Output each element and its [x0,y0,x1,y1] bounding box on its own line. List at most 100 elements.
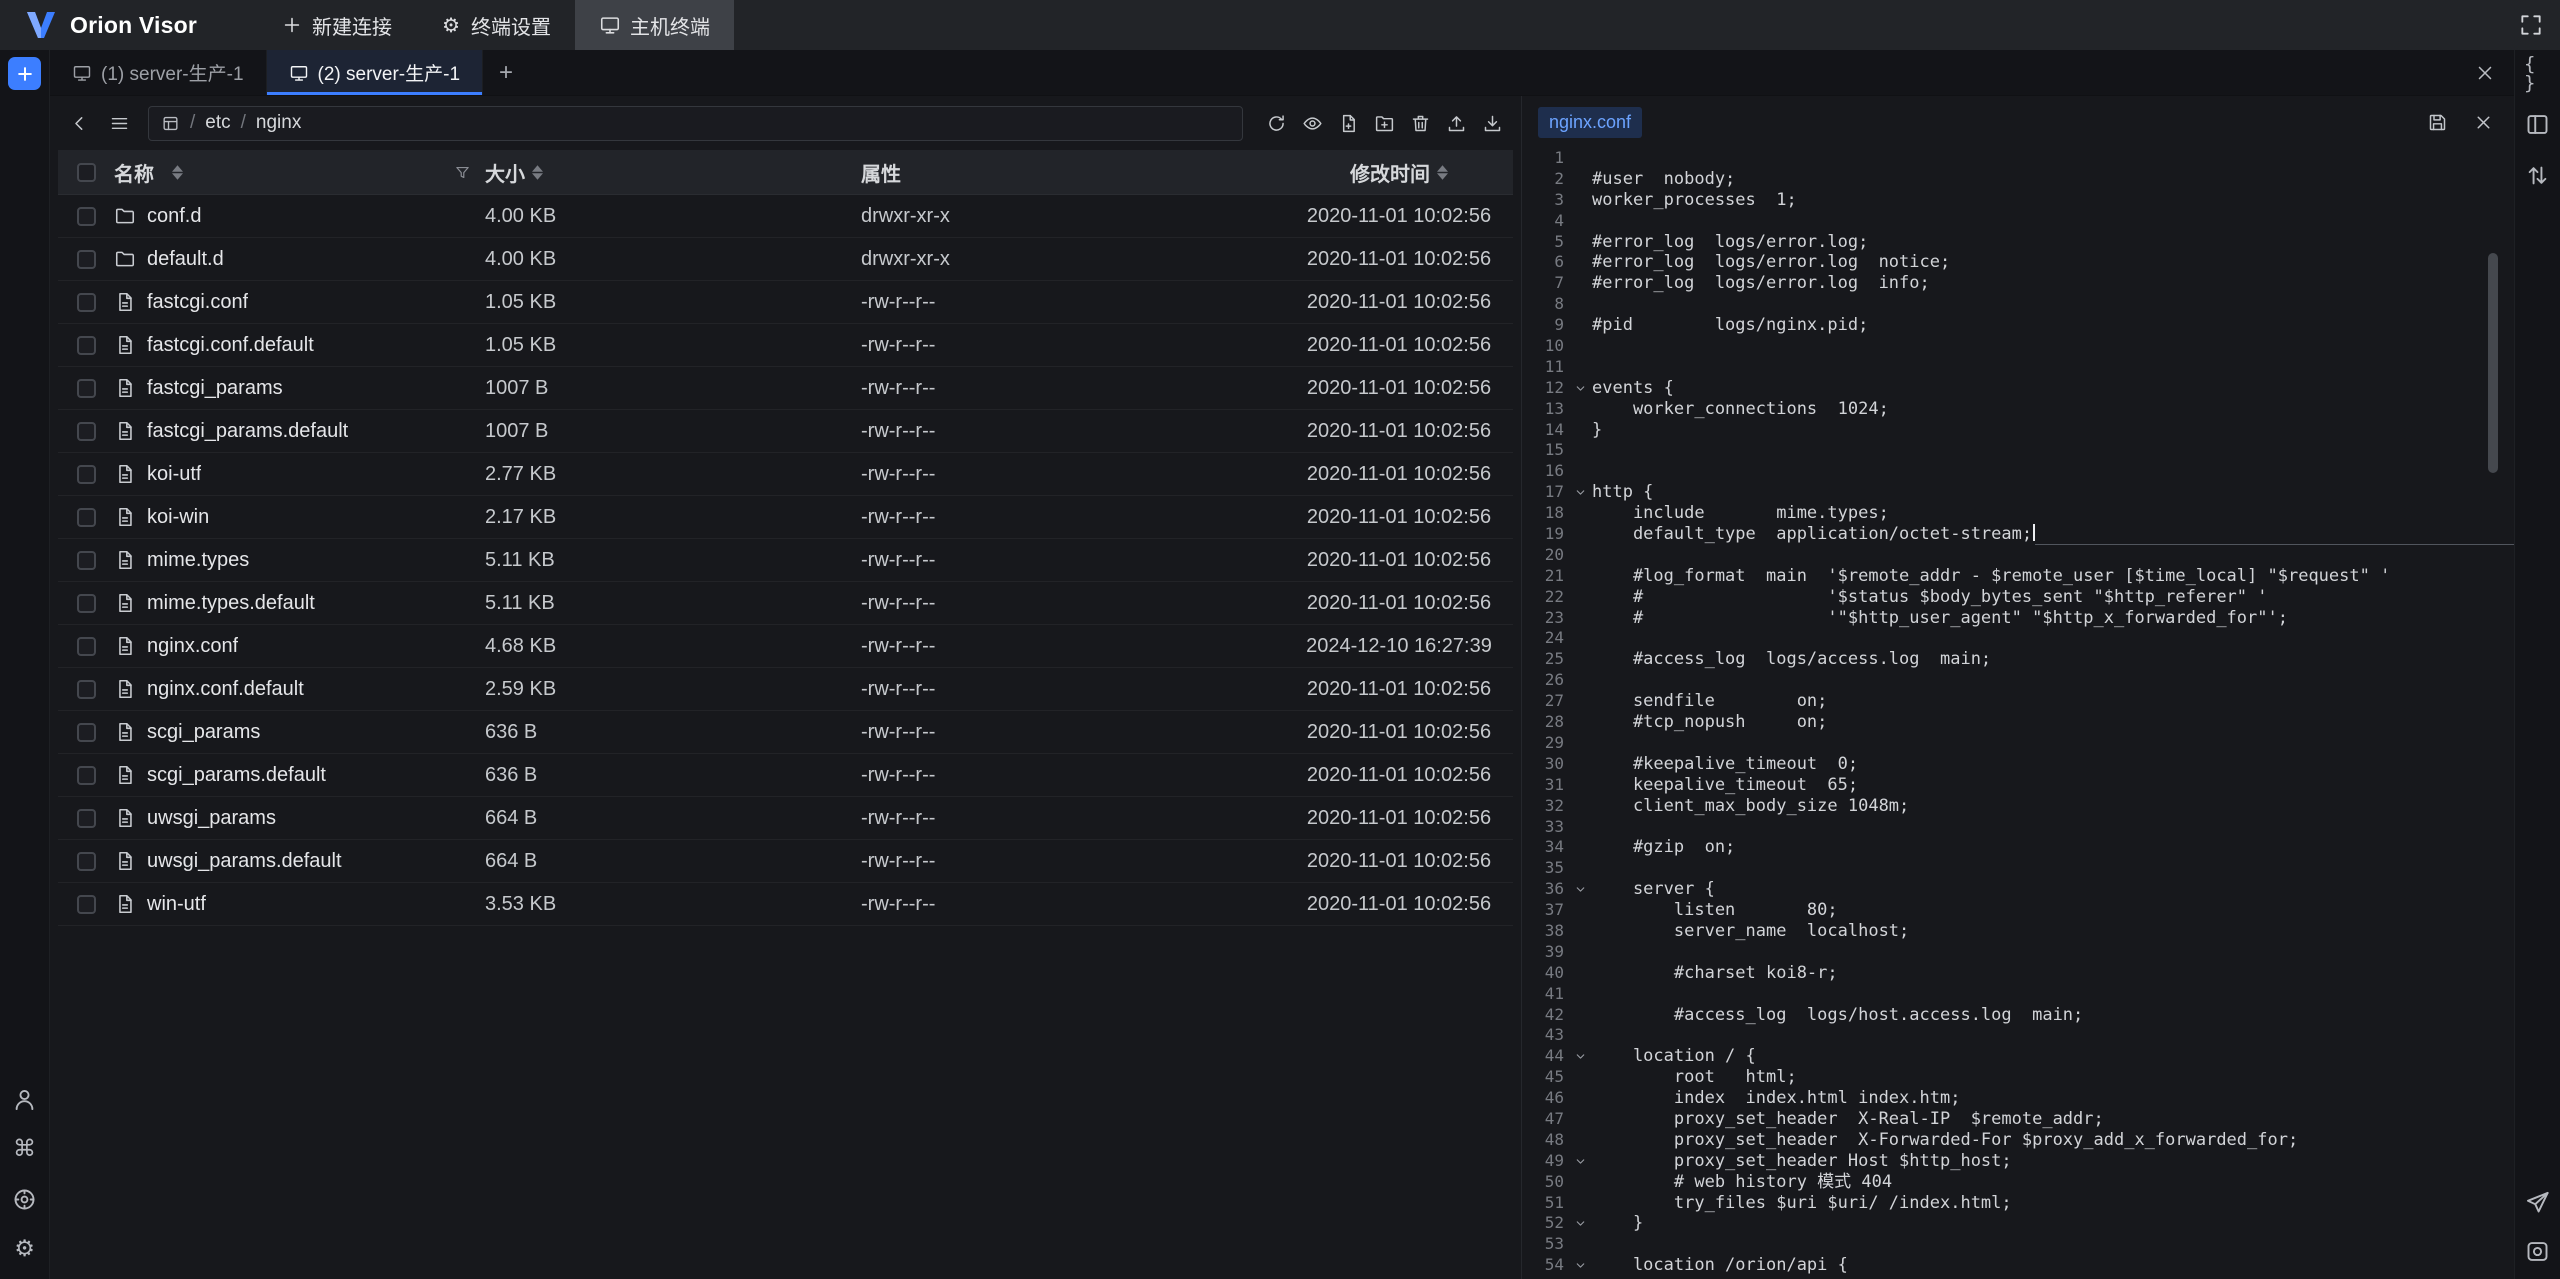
tab-2[interactable]: (2) server-生产-1 [267,50,484,95]
code-line[interactable]: 13 worker_connections 1024; [1522,399,2514,420]
row-checkbox[interactable] [77,293,96,312]
code-line[interactable]: 11 [1522,357,2514,378]
code-line[interactable]: 31 keepalive_timeout 65; [1522,775,2514,796]
code-line[interactable]: 47 proxy_set_header X-Real-IP $remote_ad… [1522,1109,2514,1130]
code-line[interactable]: 53 [1522,1234,2514,1255]
table-row[interactable]: fastcgi_params1007 B-rw-r--r--2020-11-01… [58,367,1513,410]
code-line[interactable]: 34 #gzip on; [1522,837,2514,858]
back-button[interactable] [62,108,96,138]
command-icon[interactable]: ⌘ [11,1136,38,1163]
code-line[interactable]: 10 [1522,336,2514,357]
code-line[interactable]: 50 # web history 模式 404 [1522,1172,2514,1193]
code-line[interactable]: 7#error_log logs/error.log info; [1522,273,2514,294]
table-row[interactable]: koi-win2.17 KB-rw-r--r--2020-11-01 10:02… [58,496,1513,539]
column-header-mtime[interactable]: 修改时间 [1350,158,1430,187]
code-line[interactable]: 52 } [1522,1213,2514,1234]
sort-name-icon[interactable] [172,165,183,180]
table-row[interactable]: nginx.conf.default2.59 KB-rw-r--r--2020-… [58,668,1513,711]
close-editor-button[interactable] [2468,107,2498,137]
code-line[interactable]: 9#pid logs/nginx.pid; [1522,315,2514,336]
row-checkbox[interactable] [77,723,96,742]
row-checkbox[interactable] [77,637,96,656]
user-icon[interactable] [11,1086,38,1113]
row-checkbox[interactable] [77,766,96,785]
code-line[interactable]: 45 root html; [1522,1067,2514,1088]
code-editor[interactable]: 12#user nobody;3worker_processes 1;45#er… [1522,148,2514,1279]
new-file-button[interactable] [1331,108,1365,138]
code-line[interactable]: 14} [1522,420,2514,441]
row-checkbox[interactable] [77,809,96,828]
menu-item-new-connection[interactable]: 新建连接 [257,0,416,50]
code-line[interactable]: 38 server_name localhost; [1522,921,2514,942]
path-breadcrumb[interactable]: /etc/nginx [148,106,1243,141]
table-row[interactable]: win-utf3.53 KB-rw-r--r--2020-11-01 10:02… [58,883,1513,926]
code-line[interactable]: 18 include mime.types; [1522,503,2514,524]
row-checkbox[interactable] [77,852,96,871]
new-folder-button[interactable] [1367,108,1401,138]
sort-mtime-icon[interactable] [1437,165,1448,180]
code-line[interactable]: 19 default_type application/octet-stream… [1522,524,2514,545]
code-line[interactable]: 6#error_log logs/error.log notice; [1522,252,2514,273]
code-line[interactable]: 4 [1522,211,2514,232]
code-line[interactable]: 39 [1522,942,2514,963]
fold-chevron-icon[interactable] [1568,1255,1592,1276]
row-checkbox[interactable] [77,551,96,570]
code-line[interactable]: 43 [1522,1025,2514,1046]
code-line[interactable]: 35 [1522,858,2514,879]
fold-chevron-icon[interactable] [1568,1151,1592,1172]
row-checkbox[interactable] [77,250,96,269]
add-tab-button[interactable]: + [483,50,529,95]
fold-chevron-icon[interactable] [1568,378,1592,399]
gear-icon[interactable]: ⚙ [11,1236,38,1263]
row-checkbox[interactable] [77,422,96,441]
table-row[interactable]: uwsgi_params.default664 B-rw-r--r--2020-… [58,840,1513,883]
code-line[interactable]: 54 location /orion/api { [1522,1255,2514,1276]
code-line[interactable]: 12events { [1522,378,2514,399]
code-line[interactable]: 26 [1522,670,2514,691]
code-line[interactable]: 44 location / { [1522,1046,2514,1067]
send-icon[interactable] [2524,1189,2551,1216]
braces-icon[interactable]: { } [2524,60,2551,87]
code-line[interactable]: 3worker_processes 1; [1522,190,2514,211]
code-line[interactable]: 1 [1522,148,2514,169]
row-checkbox[interactable] [77,680,96,699]
column-header-name[interactable]: 名称 [114,158,154,187]
code-line[interactable]: 20 [1522,545,2514,566]
code-line[interactable]: 25 #access_log logs/access.log main; [1522,649,2514,670]
table-row[interactable]: scgi_params636 B-rw-r--r--2020-11-01 10:… [58,711,1513,754]
fold-chevron-icon[interactable] [1568,1046,1592,1067]
code-line[interactable]: 27 sendfile on; [1522,691,2514,712]
code-line[interactable]: 48 proxy_set_header X-Forwarded-For $pro… [1522,1130,2514,1151]
save-button[interactable] [2422,107,2452,137]
fold-chevron-icon[interactable] [1568,482,1592,503]
code-line[interactable]: 29 [1522,733,2514,754]
panel-icon[interactable] [2524,111,2551,138]
sort-size-icon[interactable] [532,165,543,180]
row-checkbox[interactable] [77,379,96,398]
list-view-button[interactable] [102,108,136,138]
editor-scrollbar[interactable] [2488,253,2498,473]
code-line[interactable]: 40 #charset koi8-r; [1522,963,2514,984]
row-checkbox[interactable] [77,207,96,226]
column-header-size[interactable]: 大小 [485,158,525,187]
menu-item-terminal-settings[interactable]: ⚙终端设置 [416,0,575,50]
table-row[interactable]: koi-utf2.77 KB-rw-r--r--2020-11-01 10:02… [58,453,1513,496]
table-row[interactable]: fastcgi.conf1.05 KB-rw-r--r--2020-11-01 … [58,281,1513,324]
refresh-button[interactable] [1259,108,1293,138]
code-line[interactable]: 22 # '$status $body_bytes_sent "$http_re… [1522,587,2514,608]
row-checkbox[interactable] [77,465,96,484]
table-row[interactable]: mime.types.default5.11 KB-rw-r--r--2020-… [58,582,1513,625]
capture-icon[interactable] [2524,1238,2551,1265]
menu-item-host-terminal[interactable]: 主机终端 [575,0,734,50]
delete-button[interactable] [1403,108,1437,138]
row-checkbox[interactable] [77,895,96,914]
tab-1[interactable]: (1) server-生产-1 [50,50,267,95]
table-row[interactable]: uwsgi_params664 B-rw-r--r--2020-11-01 10… [58,797,1513,840]
code-line[interactable]: 30 #keepalive_timeout 0; [1522,754,2514,775]
theme-icon[interactable] [11,1186,38,1213]
code-line[interactable]: 16 [1522,461,2514,482]
table-row[interactable]: mime.types5.11 KB-rw-r--r--2020-11-01 10… [58,539,1513,582]
preview-button[interactable] [1295,108,1329,138]
code-line[interactable]: 8 [1522,294,2514,315]
code-line[interactable]: 5#error_log logs/error.log; [1522,232,2514,253]
